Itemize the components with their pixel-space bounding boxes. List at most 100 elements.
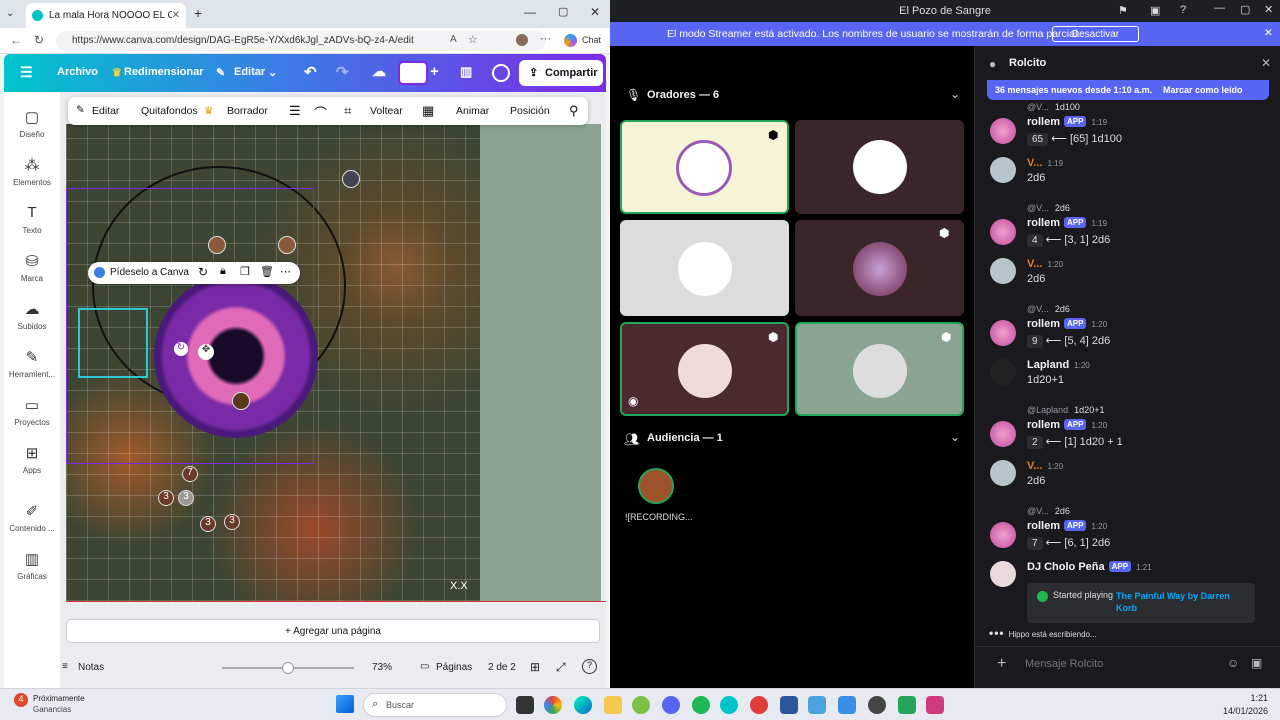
spotify-icon[interactable] bbox=[692, 696, 710, 714]
edge-icon[interactable] bbox=[574, 696, 592, 714]
message-author[interactable]: rollem APP 1:20 bbox=[1027, 520, 1107, 532]
collaborator-avatar[interactable] bbox=[398, 61, 428, 85]
numbered-token[interactable]: 7 bbox=[182, 466, 198, 482]
task-view-icon[interactable] bbox=[516, 696, 534, 714]
zoom-slider-thumb[interactable] bbox=[282, 662, 294, 674]
back-icon[interactable]: ← bbox=[10, 33, 22, 47]
more-options-icon[interactable]: ⋯ bbox=[280, 265, 291, 278]
chat-message[interactable]: V... 1:19 2d6 bbox=[975, 153, 1280, 203]
border-style-icon[interactable]: ☰ bbox=[289, 103, 301, 119]
message-input[interactable] bbox=[1025, 655, 1215, 673]
comments-icon[interactable] bbox=[492, 64, 510, 82]
snipping-tool-icon[interactable] bbox=[926, 696, 944, 714]
reply-reference[interactable]: @V... 2d6 bbox=[1027, 203, 1070, 213]
chat-message[interactable]: @V... 2d6 rollem APP 1:20 7 ⟵ [6, 1] 2d6 bbox=[975, 506, 1280, 556]
copy-style-icon[interactable]: ⚲ bbox=[569, 103, 579, 119]
numbered-token[interactable]: 3 bbox=[200, 516, 216, 532]
close-icon[interactable]: ✕ bbox=[1264, 3, 1273, 16]
numbered-token[interactable]: 3 bbox=[158, 490, 174, 506]
fullscreen-icon[interactable]: ⤢ bbox=[556, 660, 566, 675]
player-token[interactable] bbox=[208, 236, 226, 254]
duplicate-icon[interactable]: ❐ bbox=[240, 265, 250, 278]
hamburger-menu-icon[interactable]: ☰ bbox=[20, 64, 33, 81]
reply-reference[interactable]: @V... 2d6 bbox=[1027, 304, 1070, 314]
mark-read-button[interactable]: Marcar como leído bbox=[1163, 85, 1243, 95]
crop-icon[interactable]: ⌗ bbox=[344, 103, 351, 119]
minimize-icon[interactable]: — bbox=[524, 5, 536, 19]
battle-map-image[interactable]: ↻ ✥ 7 3 3 3 3 X.X bbox=[66, 124, 480, 601]
reply-reference[interactable]: @V... 1d100 bbox=[1027, 102, 1080, 112]
speaker-tile[interactable] bbox=[620, 220, 789, 316]
animate-button[interactable]: Animar bbox=[456, 105, 489, 117]
sidebar-item-uploads[interactable]: ☁ Subidos bbox=[4, 300, 60, 331]
ask-canva-button[interactable]: Pídeselo a Canva bbox=[110, 267, 189, 278]
transparency-icon[interactable]: ▦ bbox=[422, 103, 434, 119]
bot-avatar[interactable] bbox=[990, 219, 1016, 245]
message-author[interactable]: V... 1:20 bbox=[1027, 258, 1063, 270]
app-icon-2[interactable] bbox=[898, 696, 916, 714]
help-icon[interactable]: ? bbox=[1180, 4, 1186, 16]
undo-icon[interactable]: ↶ bbox=[304, 63, 317, 81]
chat-message[interactable]: DJ Cholo Peña APP 1:21 bbox=[975, 557, 1280, 587]
chat-message[interactable]: @V... 2d6 rollem APP 1:19 4 ⟵ [3, 1] 2d6 bbox=[975, 203, 1280, 253]
grid-view-icon[interactable]: ⊞ bbox=[530, 660, 540, 674]
image-icon[interactable]: ▣ bbox=[1251, 656, 1262, 670]
chat-message[interactable]: @V... 2d6 rollem APP 1:20 9 ⟵ [5, 4] 2d6 bbox=[975, 304, 1280, 354]
maximize-icon[interactable]: ▢ bbox=[1240, 3, 1250, 16]
file-menu[interactable]: Archivo bbox=[57, 66, 98, 78]
chevron-down-icon[interactable]: ⌄ bbox=[950, 430, 960, 444]
clock-time[interactable]: 1:21 bbox=[1238, 693, 1268, 703]
word-icon[interactable] bbox=[780, 696, 798, 714]
lock-icon[interactable]: 🔒︎ bbox=[220, 265, 226, 278]
screen-icon[interactable]: ▣ bbox=[1150, 4, 1160, 17]
speaker-tile[interactable]: ⬢ bbox=[620, 120, 789, 214]
sidebar-item-text[interactable]: T Texto bbox=[4, 204, 60, 235]
resize-menu[interactable]: Redimensionar bbox=[124, 66, 203, 78]
notes-icon[interactable]: ≡ bbox=[62, 661, 68, 672]
close-window-icon[interactable]: ✕ bbox=[590, 5, 600, 19]
reply-reference[interactable]: @V... 2d6 bbox=[1027, 506, 1070, 516]
replace-icon[interactable]: ↻ bbox=[198, 265, 208, 279]
audience-avatar[interactable] bbox=[638, 468, 674, 504]
flip-button[interactable]: Voltear bbox=[370, 105, 403, 117]
edit-image-icon[interactable]: ✎ bbox=[76, 104, 85, 116]
user-avatar[interactable] bbox=[990, 460, 1016, 486]
new-tab-icon[interactable]: + bbox=[194, 5, 202, 21]
sidebar-item-apps[interactable]: ⊞ Apps bbox=[4, 444, 60, 475]
user-avatar[interactable] bbox=[990, 258, 1016, 284]
notepad-icon[interactable] bbox=[838, 696, 856, 714]
message-author[interactable]: Lapland 1:20 bbox=[1027, 359, 1090, 371]
user-avatar[interactable] bbox=[990, 157, 1016, 183]
user-avatar[interactable] bbox=[990, 359, 1016, 385]
reload-icon[interactable]: ↻ bbox=[34, 33, 44, 47]
chat-message[interactable]: V... 1:20 2d6 bbox=[975, 254, 1280, 304]
close-banner-icon[interactable]: ✕ bbox=[1264, 27, 1273, 39]
reply-reference[interactable]: @Lapland 1d20+1 bbox=[1027, 405, 1104, 415]
rotate-handle-icon[interactable]: ↻ bbox=[174, 342, 188, 356]
edit-image-button[interactable]: Editar bbox=[92, 105, 119, 117]
chat-message[interactable]: @V... 1d100 rollem APP 1:19 65 ⟵ [65] 1d100 bbox=[975, 102, 1280, 152]
message-author[interactable]: rollem APP 1:19 bbox=[1027, 116, 1107, 128]
chat-label[interactable]: Chat bbox=[582, 35, 601, 45]
maximize-icon[interactable]: ▢ bbox=[558, 5, 568, 18]
speaker-tile[interactable] bbox=[795, 120, 964, 214]
inbox-icon[interactable]: ⚑ bbox=[1118, 4, 1128, 17]
bot-avatar[interactable] bbox=[990, 320, 1016, 346]
sidebar-item-brand[interactable]: ⛁ Marca bbox=[4, 252, 60, 283]
audience-header[interactable]: Audiencia — 1 bbox=[647, 432, 723, 444]
numbered-token[interactable]: 3 bbox=[178, 490, 194, 506]
speaker-tile[interactable]: ⬢ bbox=[795, 220, 964, 316]
message-author[interactable]: V... 1:20 bbox=[1027, 460, 1063, 472]
portal-vortex[interactable] bbox=[154, 274, 318, 438]
sidebar-item-charts[interactable]: ▥ Gráficas bbox=[4, 550, 60, 581]
file-explorer-icon[interactable] bbox=[604, 696, 622, 714]
analytics-icon[interactable]: ▥ bbox=[460, 64, 472, 80]
taskbar-search[interactable]: ⌕ Buscar bbox=[363, 693, 507, 717]
more-icon[interactable]: ⋯ bbox=[540, 32, 551, 45]
browser-tab[interactable]: La mala Hora NOOOO EL CROW M ✕ bbox=[26, 3, 186, 28]
sidebar-item-projects[interactable]: ▭ Proyectos bbox=[4, 396, 60, 427]
canva-icon[interactable] bbox=[720, 696, 738, 714]
chat-message[interactable]: @Lapland 1d20+1 rollem APP 1:20 2 ⟵ [1] 1d20 +… bbox=[975, 405, 1280, 455]
player-token[interactable] bbox=[278, 236, 296, 254]
close-chat-icon[interactable]: ✕ bbox=[1261, 56, 1271, 70]
